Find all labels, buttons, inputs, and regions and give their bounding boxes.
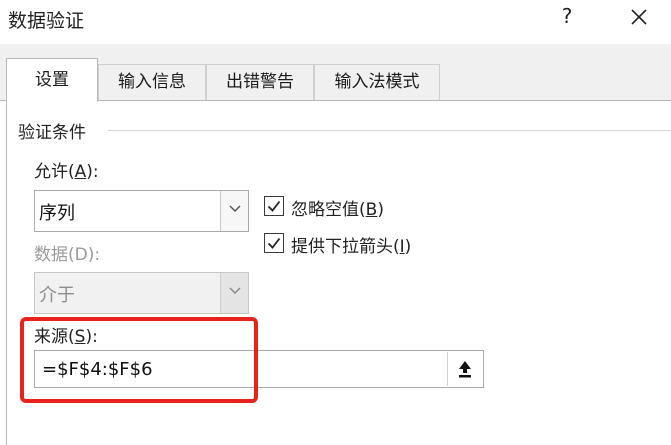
close-button[interactable]: [624, 2, 654, 32]
ignore-blank-label-prefix: 忽略空值(: [291, 200, 366, 220]
group-divider: [108, 130, 671, 131]
ignore-blank-label-suffix: ): [377, 200, 384, 220]
ignore-blank-label: 忽略空值(B): [291, 195, 384, 220]
checkmark-icon: [267, 200, 281, 212]
in-cell-dropdown-checkbox[interactable]: 提供下拉箭头(I): [264, 232, 444, 257]
dialog-titlebar: 数据验证 ?: [0, 0, 671, 44]
allow-label: 允许(A):: [34, 157, 99, 182]
chevron-down-icon: [229, 287, 241, 295]
dialog-title: 数据验证: [8, 10, 85, 32]
source-label-accesskey: S: [74, 327, 86, 347]
allow-select[interactable]: 序列: [34, 190, 249, 232]
ignore-blank-checkbox[interactable]: 忽略空值(B): [264, 195, 414, 220]
tab-error-alert[interactable]: 出错警告: [206, 64, 314, 100]
help-button[interactable]: ?: [556, 4, 578, 30]
allow-label-suffix: ):: [86, 162, 99, 182]
allow-label-accesskey: A: [74, 162, 87, 182]
data-label: 数据(D):: [34, 245, 101, 265]
chevron-down-icon: [229, 205, 241, 213]
ignore-blank-checkbox-box[interactable]: [264, 196, 284, 216]
ignore-blank-accesskey: B: [365, 200, 378, 220]
source-label-suffix: ):: [85, 327, 98, 347]
source-label-prefix: 来源(: [34, 327, 75, 347]
tab-settings[interactable]: 设置: [6, 58, 98, 102]
checkmark-icon: [267, 237, 281, 249]
collapse-dialog-icon: [459, 361, 471, 378]
tab-ime-mode[interactable]: 输入法模式: [314, 64, 440, 100]
source-input-value: =$F$4:$F$6: [42, 359, 153, 380]
allow-dropdown-button[interactable]: [220, 191, 248, 231]
source-label: 来源(S):: [34, 322, 98, 347]
in-cell-dropdown-label: 提供下拉箭头(I): [291, 232, 411, 257]
allow-label-prefix: 允许(: [34, 162, 75, 182]
in-cell-dropdown-label-prefix: 提供下拉箭头(: [291, 237, 400, 257]
allow-select-value: 序列: [39, 203, 75, 224]
tab-input-message[interactable]: 输入信息: [98, 64, 206, 100]
panel-border: [6, 58, 7, 445]
validation-criteria-heading: 验证条件: [18, 123, 86, 143]
in-cell-dropdown-label-suffix: ): [404, 237, 412, 257]
data-select-value: 介于: [39, 285, 75, 306]
source-collapse-button[interactable]: [447, 352, 481, 386]
data-select: 介于: [34, 272, 249, 314]
close-icon: [631, 9, 647, 25]
in-cell-dropdown-checkbox-box[interactable]: [264, 233, 284, 253]
source-input[interactable]: =$F$4:$F$6: [34, 350, 484, 388]
data-dropdown-button: [220, 273, 248, 313]
